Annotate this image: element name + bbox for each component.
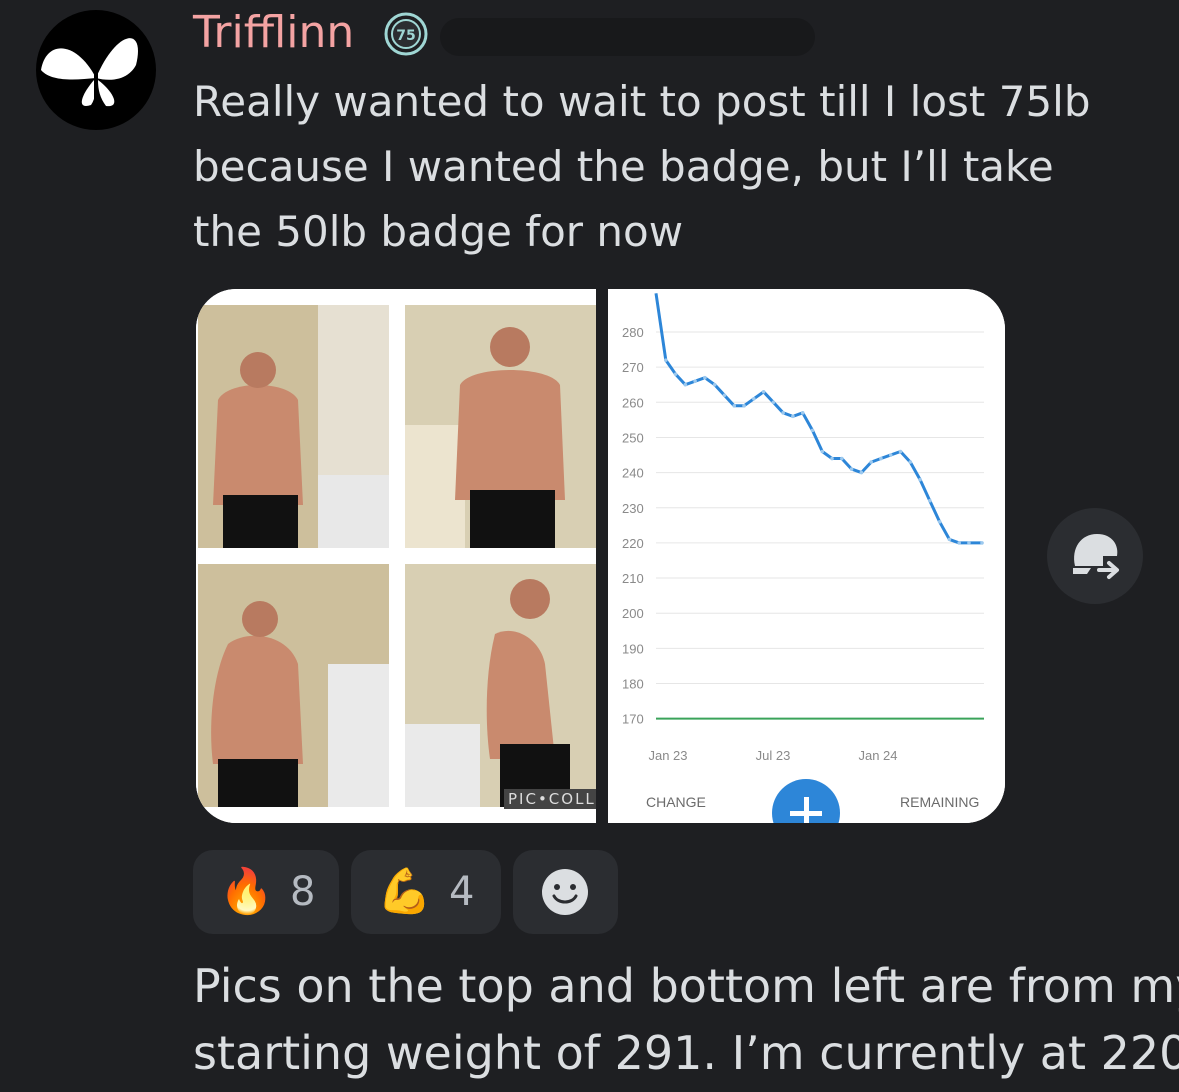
fire-emoji-icon: 🔥	[219, 866, 274, 917]
x-tick-label: Jul 23	[756, 748, 791, 763]
username[interactable]: Trifflinn	[193, 6, 354, 60]
message-line-1: Really wanted to wait to post till I los…	[193, 77, 1091, 126]
add-reaction-icon	[542, 869, 588, 915]
y-tick-label: 280	[622, 325, 644, 340]
data-point	[683, 382, 688, 387]
y-tick-label: 190	[622, 641, 644, 656]
y-tick-label: 250	[622, 430, 644, 445]
photo-front-before	[198, 305, 389, 548]
data-point	[663, 358, 668, 362]
data-point	[771, 400, 776, 405]
data-point	[957, 541, 961, 545]
data-point	[898, 449, 903, 454]
data-point	[732, 404, 737, 408]
y-tick-label: 210	[622, 571, 644, 586]
data-point	[908, 460, 913, 464]
data-point	[840, 456, 844, 461]
data-point	[888, 453, 893, 457]
data-point	[693, 379, 697, 384]
data-point	[830, 456, 834, 461]
data-point	[879, 456, 883, 461]
message-line-2: because I wanted the badge, but I’ll tak…	[193, 142, 1054, 191]
x-tick-label: Jan 23	[648, 748, 687, 763]
data-point	[849, 467, 854, 471]
data-point	[937, 520, 942, 524]
image-divider	[596, 289, 608, 823]
message-line-3: the 50lb badge for now	[193, 207, 684, 256]
data-point	[967, 541, 971, 545]
image-attachment[interactable]: PIC•COLL 280 270 260 250 240 230 220 210 200 190 1…	[196, 289, 1005, 823]
data-point	[761, 389, 766, 394]
chart-change-label[interactable]: CHANGE	[646, 794, 706, 810]
weight-chart[interactable]: 280 270 260 250 240 230 220 210 200 190 180 170 Jan …	[608, 289, 1005, 823]
milestone-badge-icon[interactable]: 75	[382, 10, 430, 58]
data-point	[918, 477, 922, 482]
add-reaction-button[interactable]	[513, 850, 618, 934]
photo-front-after	[405, 305, 596, 548]
photo-side-after	[405, 564, 596, 807]
data-point	[928, 498, 932, 503]
data-point	[742, 404, 746, 408]
data-point	[703, 375, 707, 380]
forward-button[interactable]	[1047, 508, 1143, 604]
data-point	[791, 414, 795, 419]
data-point	[810, 428, 815, 433]
y-tick-label: 230	[622, 501, 644, 516]
y-tick-label: 180	[622, 677, 644, 692]
data-point	[722, 393, 727, 398]
y-tick-label: 220	[622, 536, 644, 551]
y-tick-label: 270	[622, 360, 644, 375]
data-point	[673, 372, 678, 376]
x-tick-label: Jan 24	[858, 748, 897, 763]
y-tick-label: 240	[622, 466, 644, 481]
y-tick-label: 170	[622, 712, 644, 727]
plus-icon	[804, 797, 809, 823]
data-point	[752, 396, 756, 401]
weight-chart-svg: 280 270 260 250 240 230 220 210 200 190 180 170 Jan …	[622, 293, 984, 763]
y-tick-label: 200	[622, 606, 644, 621]
photo-side-before	[198, 564, 389, 807]
data-point	[859, 470, 864, 475]
reaction-flexed-biceps[interactable]: 💪 4	[351, 850, 501, 934]
forward-icon	[1073, 534, 1119, 579]
weight-series-line	[654, 293, 982, 545]
reaction-count: 4	[449, 869, 475, 915]
reaction-count: 8	[290, 869, 316, 915]
followup-line-1: Pics on the top and bottom left are from…	[193, 959, 1179, 1013]
butterfly-icon	[41, 38, 138, 107]
followup-line-2: starting weight of 291. I’m currently at…	[193, 1026, 1179, 1080]
badge-text: 75	[396, 28, 415, 44]
avatar[interactable]	[36, 10, 156, 130]
data-point	[800, 411, 805, 415]
data-point	[980, 541, 984, 545]
data-point	[712, 382, 717, 387]
data-point	[820, 449, 825, 454]
data-point	[947, 537, 952, 542]
collage-watermark: PIC•COLL	[504, 789, 600, 809]
data-point	[781, 411, 785, 415]
muscle-emoji-icon: 💪	[377, 866, 432, 917]
data-point	[869, 460, 873, 464]
reaction-fire[interactable]: 🔥 8	[193, 850, 339, 934]
redacted-area	[440, 18, 815, 56]
photo-collage[interactable]: PIC•COLL	[196, 289, 600, 823]
y-tick-label: 260	[622, 395, 644, 410]
chart-remaining-label[interactable]: REMAINING	[900, 794, 979, 810]
